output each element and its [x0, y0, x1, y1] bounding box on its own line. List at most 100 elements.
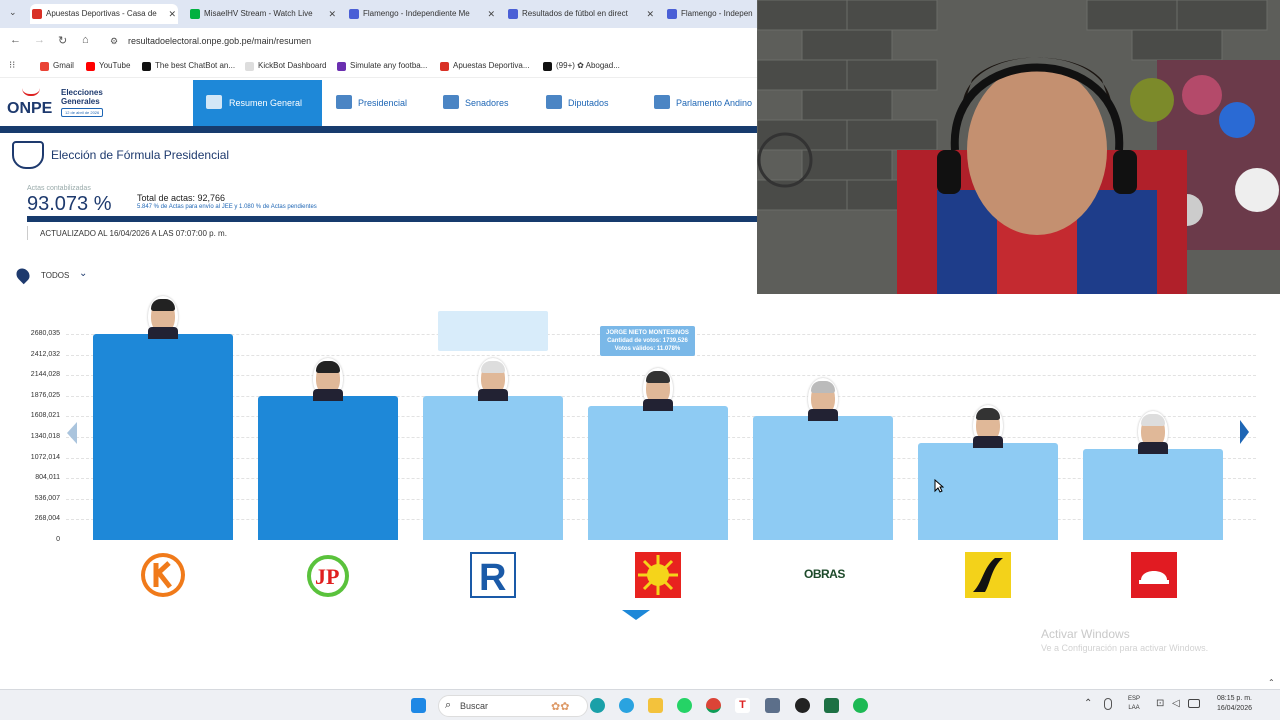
candidate-photo[interactable]: [1138, 411, 1168, 455]
actas-percentage: 93.073 %: [27, 193, 112, 215]
url-field[interactable]: resultadoelectoral.onpe.gob.pe/main/resu…: [128, 36, 311, 46]
taskbar-search[interactable]: ⌕ Buscar ✿✿: [438, 695, 588, 717]
candidate-hair: [316, 360, 340, 373]
candidate-bar[interactable]: [1083, 449, 1223, 540]
clock[interactable]: 08:15 p. m. 16/04/2026: [1206, 694, 1252, 714]
tab-flamengo-1[interactable]: Flamengo - Independiente Me ✕: [347, 4, 497, 24]
telegram-icon[interactable]: [619, 698, 634, 713]
nav-senadores[interactable]: Senadores: [443, 80, 509, 126]
actas-detail: 5.847 % de Actas para envío al JEE y 1.0…: [137, 204, 317, 210]
close-tab-icon[interactable]: ✕: [487, 4, 495, 24]
candidate-photo[interactable]: [808, 378, 838, 422]
bookmark-tiktok[interactable]: (99+) ✿ Abogad...: [543, 61, 620, 71]
tab-list-chevron-icon[interactable]: ⌄: [9, 7, 17, 18]
nav-resumen-general[interactable]: Resumen General: [193, 80, 322, 126]
bookmark-chatbot[interactable]: The best ChatBot an...: [142, 61, 235, 71]
location-pin-icon: [13, 265, 33, 285]
notification-icon[interactable]: ⌃: [1268, 678, 1275, 687]
tab-resultados[interactable]: Resultados de fútbol en direct ✕: [506, 4, 656, 24]
site-info-icon[interactable]: ⚙: [110, 36, 118, 47]
candidate-photo[interactable]: [148, 296, 178, 339]
close-tab-icon[interactable]: ✕: [168, 4, 176, 24]
edge-icon[interactable]: [590, 698, 605, 713]
apps-grid-icon[interactable]: ⁝⁝: [9, 60, 15, 71]
candidate-bar[interactable]: [93, 334, 233, 540]
network-icon[interactable]: ⊡: [1156, 698, 1164, 709]
search-placeholder: Buscar: [460, 701, 489, 711]
home-icon[interactable]: ⌂: [82, 34, 89, 46]
tooltip-line: Votos válidos: 11.078%: [614, 346, 681, 352]
battery-icon[interactable]: [1188, 699, 1200, 708]
bookmarks-bar: ⁝⁝ Gmail YouTube The best ChatBot an... …: [0, 56, 757, 78]
back-icon[interactable]: ←: [10, 34, 21, 46]
tooltip-line: Cantidad de votos: 1739,526: [607, 338, 688, 344]
tab-flamengo-2[interactable]: Flamengo - Indepen: [665, 4, 757, 24]
excel-icon[interactable]: [824, 698, 839, 713]
candidate-photo[interactable]: [973, 405, 1003, 449]
candidate-photo[interactable]: [643, 368, 673, 412]
chevron-down-icon[interactable]: ⌄: [79, 268, 87, 279]
candidate-suit: [643, 399, 673, 412]
y-tick-label: 1608,021: [30, 412, 60, 420]
dashboard-icon: [206, 95, 222, 109]
bookmark-gmail[interactable]: Gmail: [40, 61, 74, 71]
bookmark-label: Apuestas Deportiva...: [453, 61, 530, 70]
candidate-bar[interactable]: [423, 395, 563, 540]
microphone-icon[interactable]: [1104, 698, 1112, 710]
keyboard-language[interactable]: ESP LAA: [1128, 695, 1140, 713]
bookmark-kickbot[interactable]: KickBot Dashboard: [245, 61, 326, 71]
nav-diputados[interactable]: Diputados: [546, 80, 609, 126]
clock-time: 08:15 p. m.: [1216, 695, 1252, 702]
windows-start-icon[interactable]: [411, 698, 426, 713]
file-explorer-icon[interactable]: [648, 698, 663, 713]
bookmark-apuestas[interactable]: Apuestas Deportiva...: [440, 61, 530, 71]
candidate-bar[interactable]: [588, 406, 728, 540]
bookmark-youtube[interactable]: YouTube: [86, 61, 130, 71]
andean-parliament-icon: [654, 95, 670, 109]
close-tab-icon[interactable]: ✕: [646, 4, 654, 24]
candidate-bar[interactable]: [258, 395, 398, 540]
election-date-badge: 12 de abril de 2026: [61, 108, 104, 117]
candidate-suit: [478, 388, 508, 401]
region-filter[interactable]: TODOS: [41, 271, 69, 280]
tray-chevron-icon[interactable]: ⌃: [1084, 698, 1092, 709]
whatsapp-icon[interactable]: [677, 698, 692, 713]
volume-icon[interactable]: ◁: [1172, 698, 1180, 709]
candidate-bar[interactable]: [753, 416, 893, 540]
candidate-hair: [1141, 414, 1165, 427]
chart-prev-arrow-icon[interactable]: [67, 422, 77, 444]
svg-text:JP: JP: [315, 564, 339, 589]
y-tick-label: 0: [56, 536, 60, 543]
forward-icon[interactable]: →: [34, 34, 45, 46]
expand-down-arrow-icon[interactable]: [622, 610, 650, 620]
total-actas: Total de actas: 92,766: [137, 193, 226, 203]
chart-next-arrow-icon[interactable]: [1240, 420, 1249, 444]
bookmark-label: (99+) ✿ Abogad...: [556, 61, 620, 70]
nav-parlamento-andino[interactable]: Parlamento Andino: [654, 80, 752, 126]
favicon-icon: [349, 9, 359, 19]
tab-misaelhv[interactable]: MisaelHV Stream - Watch Live ✕: [188, 4, 338, 24]
tooltip-line: JORGE NIETO MONTESINOS: [606, 330, 689, 336]
bookmark-simulate[interactable]: Simulate any footba...: [337, 61, 427, 71]
y-tick-label: 1340,018: [30, 433, 60, 440]
windows-taskbar: ⌕ Buscar ✿✿ T ⌃ ESP LAA ⊡ ◁ 08:15 p. m. …: [0, 678, 1280, 720]
svg-text:R: R: [479, 557, 506, 598]
nav-presidencial[interactable]: Presidencial: [336, 80, 407, 126]
spotify-icon[interactable]: [853, 698, 868, 713]
y-tick-label: 268,004: [34, 515, 60, 523]
candidate-photo[interactable]: [478, 357, 508, 401]
typora-icon[interactable]: T: [735, 698, 750, 713]
obs-icon[interactable]: [795, 698, 810, 713]
close-tab-icon[interactable]: ✕: [328, 4, 336, 24]
reload-icon[interactable]: ↻: [58, 34, 67, 47]
youtube-icon: [86, 62, 95, 71]
tab-apuestas[interactable]: Apuestas Deportivas - Casa de ✕: [30, 4, 178, 24]
candidate-hair: [151, 299, 175, 311]
tab-title: Resultados de fútbol en direct: [522, 9, 628, 18]
candidate-photo[interactable]: [313, 357, 343, 401]
renovacion-popular-logo: R: [470, 552, 516, 598]
onpe-logo[interactable]: ONPE: [7, 100, 52, 118]
calculator-icon[interactable]: [765, 698, 780, 713]
favicon-icon: [32, 9, 42, 19]
chrome-icon[interactable]: [706, 698, 721, 713]
